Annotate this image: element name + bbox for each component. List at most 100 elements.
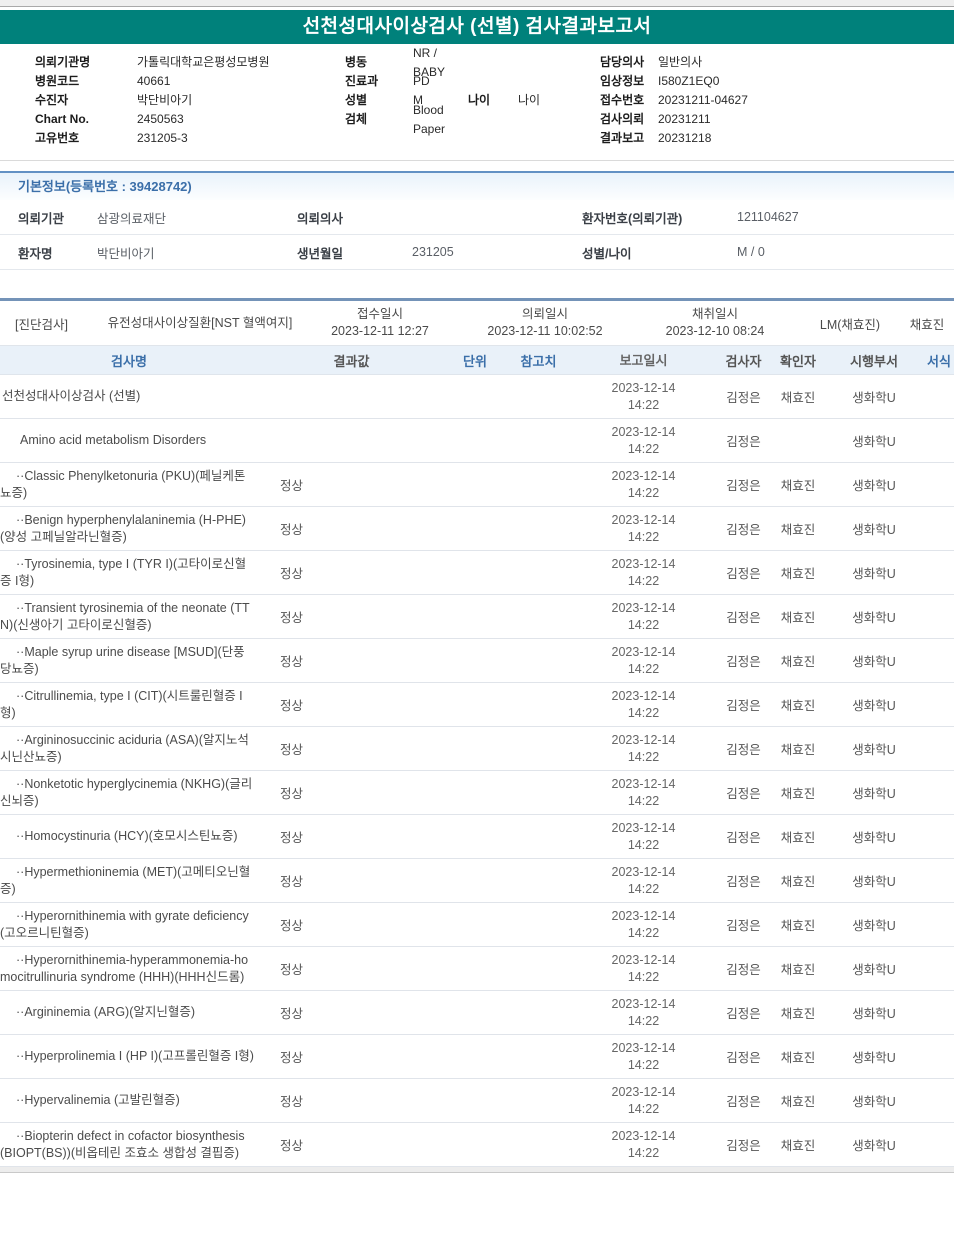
result-cell: 정상 (280, 611, 304, 625)
section-title: 기본정보(등록번호 : 39428742) (18, 179, 192, 194)
confirmer-cell: 채효진 (780, 831, 816, 845)
field-row: 고유번호 231205-3 (35, 129, 269, 148)
result-cell: 정상 (280, 1095, 304, 1109)
table-row: ··Hyperornithinemia-hyperammonemia-homoc… (0, 947, 954, 991)
result-cell: 정상 (280, 831, 304, 845)
header-fields: 의뢰기관명 가톨릭대학교은평성모병원 병원코드 40661 수진자 박단비아기 Cha… (0, 44, 954, 161)
report-time: 14:22 (627, 441, 660, 456)
header-cell-report-date: 보고일시 (619, 352, 668, 368)
info-value: 박단비아기 (97, 246, 155, 261)
field-value: 박단비아기 (137, 93, 193, 107)
field-row: 검체 Blood Paper (345, 103, 540, 136)
field-value: 20231211-04627 (658, 93, 748, 107)
collector: 채효진 (909, 317, 945, 332)
section-header: 기본정보(등록번호 : 39428742) (0, 171, 954, 200)
field-value: 231205-3 (137, 131, 188, 145)
field-label: 의뢰기관명 (35, 55, 91, 69)
header-cell-form: 서식 (927, 353, 951, 369)
department-cell: 생화학U (852, 1051, 896, 1065)
basic-info-row: 의뢰기관 삼광의료재단 의뢰의사 환자번호(의뢰기관) 121104627 (0, 200, 954, 235)
department-cell: 생화학U (852, 831, 896, 845)
report-date-cell: 2023-12-14 14:22 (572, 512, 715, 546)
field-row: Chart No. 2450563 (35, 110, 269, 129)
field-label: 담당의사 (600, 55, 645, 69)
result-cell: 정상 (280, 699, 304, 713)
table-row: ··Hyperprolinemia I (HP I)(고프롤린혈증 I형) 정상… (0, 1035, 954, 1079)
header-cell-result: 결과값 (333, 353, 370, 369)
report-date-cell: 2023-12-14 14:22 (572, 1040, 715, 1074)
top-strip (0, 0, 954, 7)
report-time: 14:22 (627, 925, 660, 940)
tester-cell: 김정은 (726, 919, 761, 933)
field-row: 병동 NR / BABY (345, 46, 540, 79)
department-cell: 생화학U (852, 523, 896, 537)
field-label: 임상정보 (600, 74, 645, 88)
test-name-cell: ··Hypermethioninemia (MET)(고메티오닌혈증) (0, 864, 251, 896)
table-row: 선천성대사이상검사 (선별) 2023-12-14 14:22 김정은 채효진 … (0, 375, 954, 419)
field-value: 20231218 (658, 131, 712, 145)
department-cell: 생화학U (852, 1095, 896, 1109)
report-date-cell: 2023-12-14 14:22 (572, 864, 715, 898)
field-value: Blood Paper (413, 102, 446, 136)
tester-cell: 김정은 (726, 743, 761, 757)
collect-label: 채취일시 (691, 307, 738, 321)
field-value: 20231211 (658, 112, 711, 126)
department-cell: 생화학U (852, 1007, 896, 1021)
field-value: PD (413, 74, 430, 88)
report-time: 14:22 (627, 749, 660, 764)
field-label-age: 나이 (468, 93, 491, 107)
department-cell: 생화학U (852, 611, 896, 625)
field-label: 검체 (345, 112, 368, 126)
report-date-cell: 2023-12-14 14:22 (572, 952, 715, 986)
department-cell: 생화학U (852, 391, 896, 405)
test-name-cell: ··Tyrosinemia, type I (TYR I)(고타이로신혈증 I형… (0, 556, 247, 588)
basic-info-row: 환자명 박단비아기 생년월일 231205 성별/나이 M / 0 (0, 235, 954, 270)
confirmer-cell: 채효진 (780, 699, 816, 713)
department-cell: 생화학U (852, 1139, 896, 1153)
table-row: ··Maple syrup urine disease [MSUD](단풍당뇨증… (0, 639, 954, 683)
tester-cell: 김정은 (726, 699, 761, 713)
confirmer-cell: 채효진 (780, 1051, 816, 1065)
info-label: 의뢰의사 (297, 211, 344, 226)
confirmer-cell: 채효진 (780, 1139, 816, 1153)
tester-cell: 김정은 (726, 963, 761, 977)
collect-value: 2023-12-10 08:24 (665, 324, 765, 338)
report-time: 14:22 (627, 1013, 660, 1028)
field-row: 담당의사 일반의사 (600, 53, 748, 72)
diagnostic-test-name: 유전성대사이상질환[NST 혈액여지] (107, 316, 293, 330)
confirmer-cell: 채효진 (780, 391, 816, 405)
department-cell: 생화학U (852, 787, 896, 801)
field-row: 접수번호 20231211-04627 (600, 91, 748, 110)
result-cell: 정상 (280, 1139, 304, 1153)
field-row: 결과보고 20231218 (600, 129, 748, 148)
diagnostic-tag: [진단검사] (15, 317, 68, 332)
results-header-row: 검사명 결과값 단위 참고치 보고일시 검사자 확인자 시행부서 서식 (0, 346, 954, 375)
field-value: 2450563 (137, 112, 184, 126)
table-row: ··Classic Phenylketonuria (PKU)(페닐케톤뇨증) … (0, 463, 954, 507)
tester-cell: 김정은 (726, 611, 761, 625)
department-cell: 생화학U (852, 919, 896, 933)
report-time: 14:22 (627, 969, 660, 984)
table-row: ··Hypermethioninemia (MET)(고메티오닌혈증) 정상 2… (0, 859, 954, 903)
diagnostic-row: [진단검사] 유전성대사이상질환[NST 혈액여지] 접수일시 2023-12-… (0, 298, 954, 346)
request-label: 의뢰일시 (521, 307, 568, 321)
field-row: 병원코드 40661 (35, 72, 269, 91)
field-label: 진료과 (345, 74, 379, 88)
department-cell: 생화학U (852, 875, 896, 889)
report-date-cell: 2023-12-14 14:22 (572, 556, 715, 590)
department-cell: 생화학U (852, 435, 896, 449)
report-date-cell: 2023-12-14 14:22 (572, 424, 715, 458)
info-value: 231205 (412, 245, 454, 259)
report-date-cell: 2023-12-14 14:22 (572, 380, 715, 414)
test-name-cell: ··Transient tyrosinemia of the neonate (… (0, 600, 250, 632)
report-time: 14:22 (627, 485, 660, 500)
tester-cell: 김정은 (726, 391, 761, 405)
table-row: ··Argininemia (ARG)(알지닌혈증) 정상 2023-12-14… (0, 991, 954, 1035)
department-cell: 생화학U (852, 699, 896, 713)
report-time: 14:22 (627, 529, 660, 544)
table-row: ··Benign hyperphenylalaninemia (H-PHE)(양… (0, 507, 954, 551)
header-cell-department: 시행부서 (850, 353, 898, 369)
tester-cell: 김정은 (726, 787, 761, 801)
info-value: 121104627 (737, 210, 799, 224)
test-name-cell: ··Hyperornithinemia-hyperammonemia-homoc… (0, 952, 249, 984)
